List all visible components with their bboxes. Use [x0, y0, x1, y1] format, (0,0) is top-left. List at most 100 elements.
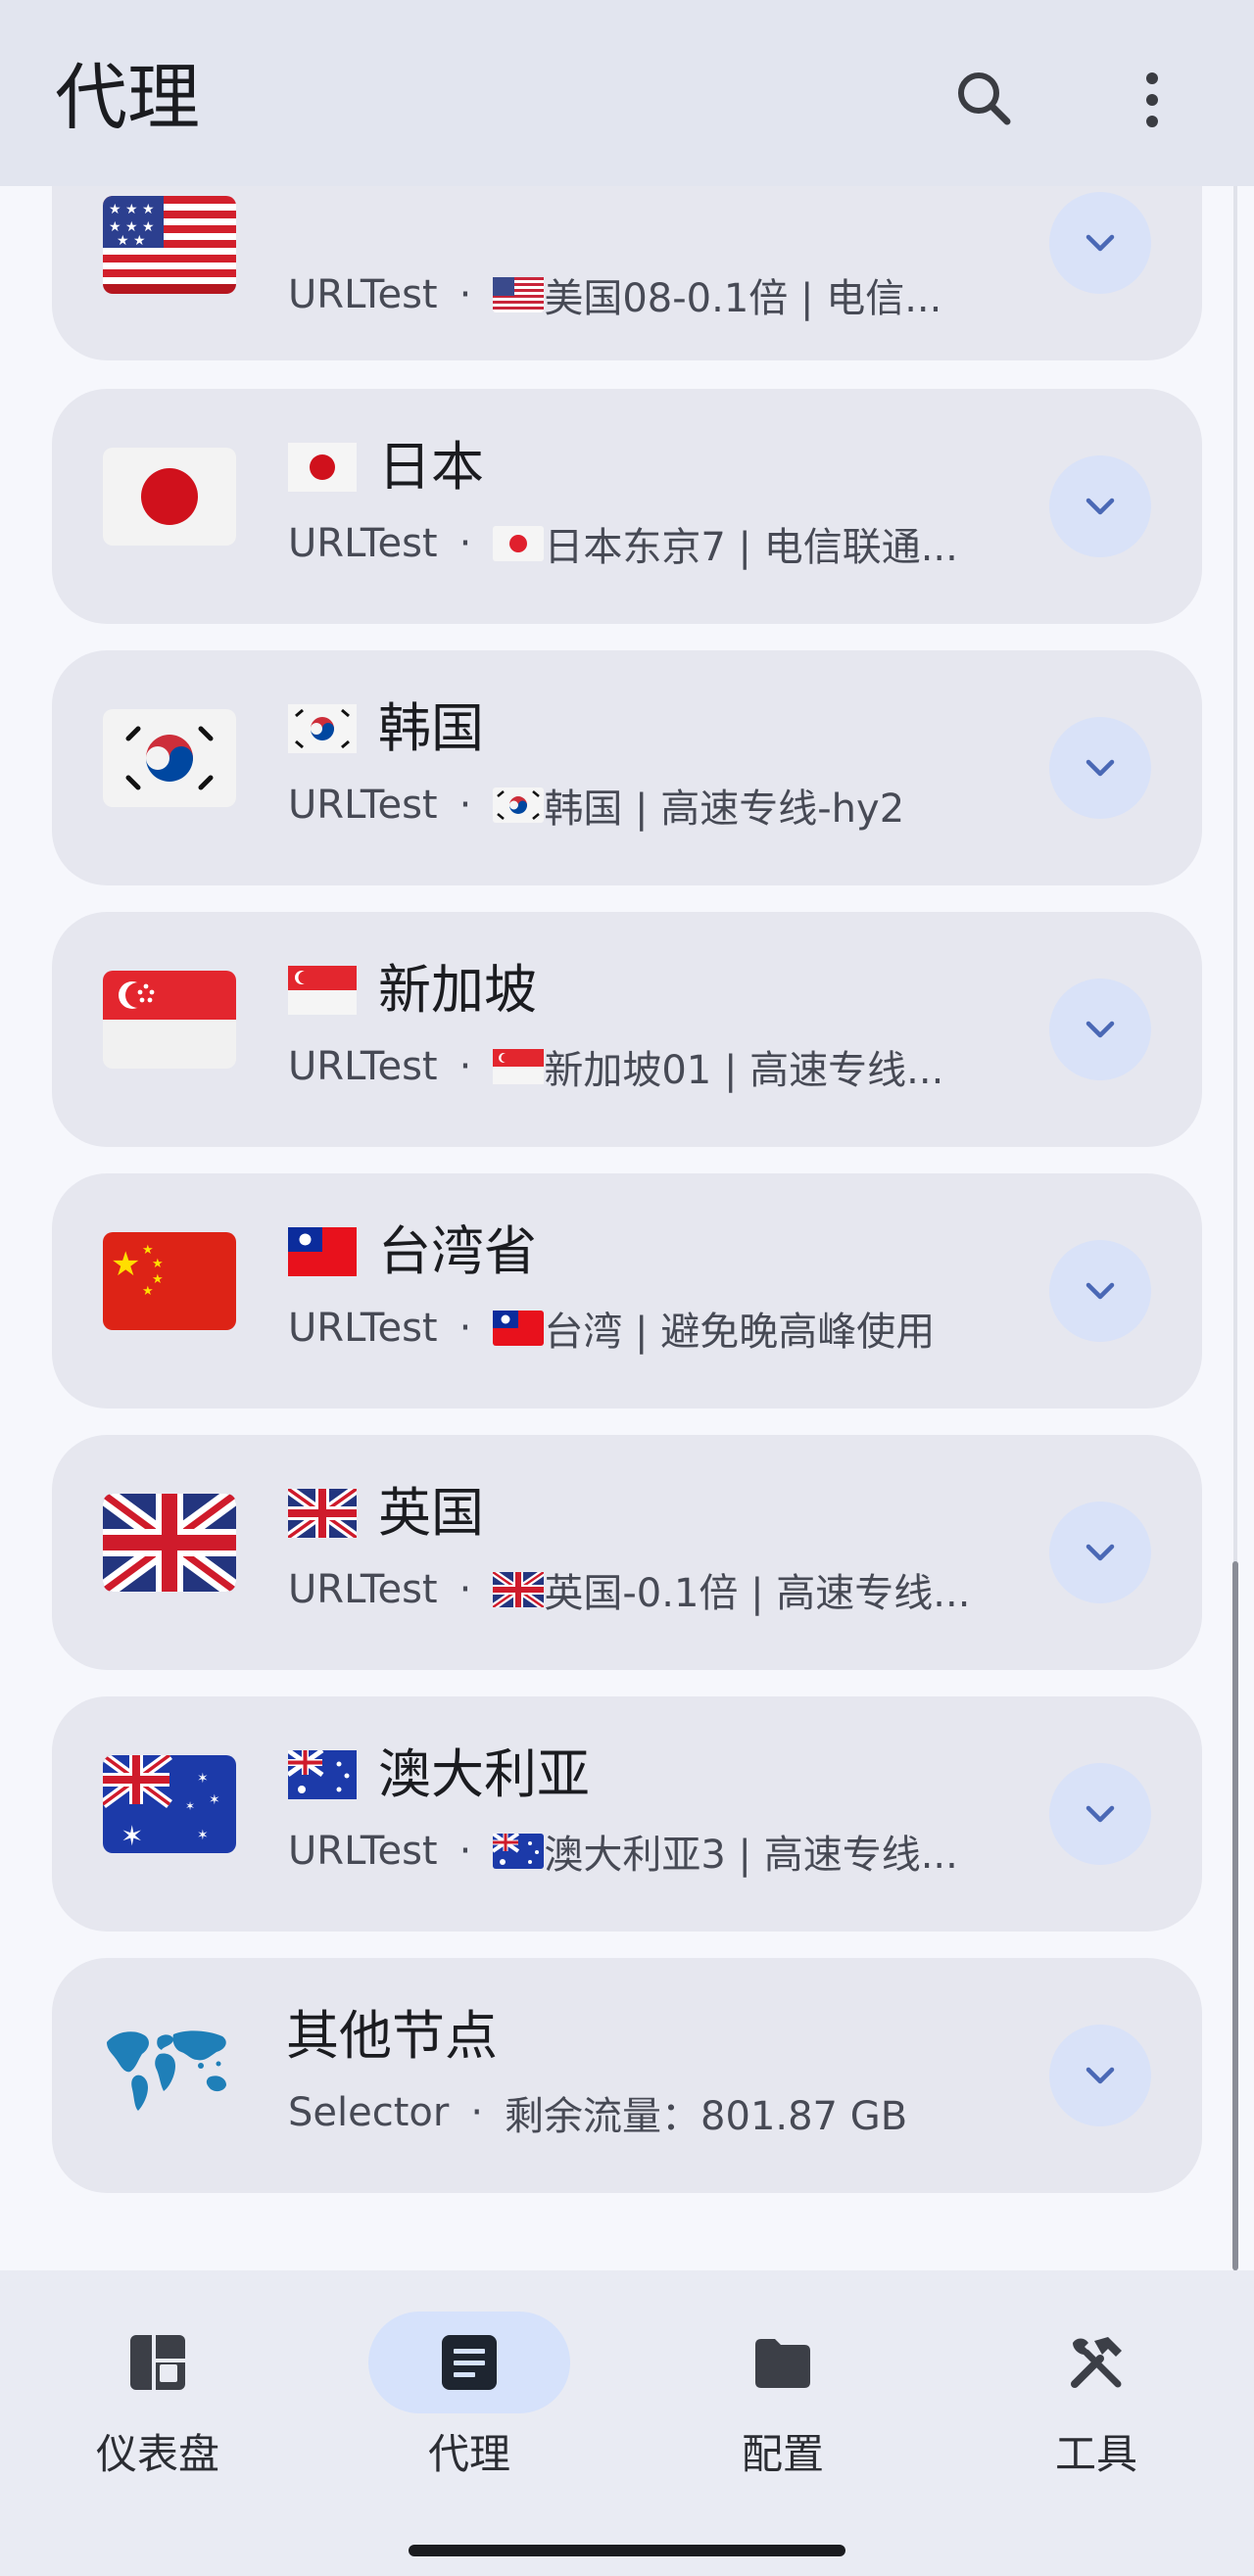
proxy-group-card-sg[interactable]: 新加坡 URLTest · 新加坡01 | 高速专线... — [52, 912, 1202, 1147]
separator: · — [458, 521, 472, 566]
separator: · — [458, 1567, 472, 1612]
top-app-bar: 代理 — [0, 0, 1254, 186]
proxy-group-type: URLTest — [288, 521, 438, 566]
au-flag-icon: ✶ ✶ ✶ ✶ ✶ — [103, 1755, 236, 1853]
proxy-group-title: 英国 — [378, 1482, 484, 1544]
us-tiny-flag-icon — [493, 277, 545, 312]
nav-label: 代理 — [427, 2430, 510, 2478]
proxy-group-title: 日本 — [378, 436, 484, 498]
svg-text:★: ★ — [152, 1272, 164, 1287]
jp-tiny-flag-icon — [493, 526, 545, 561]
separator: · — [458, 1044, 472, 1089]
proxy-group-type: URLTest — [288, 783, 438, 828]
proxy-group-title: 其他节点 — [286, 2005, 498, 2067]
proxy-group-card-au[interactable]: ✶ ✶ ✶ ✶ ✶ 澳大利亚 URLTest · 澳大利亚3 | 高速专线... — [52, 1696, 1202, 1932]
cn-flag-icon: ★ ★ ★ ★ ★ — [103, 1232, 236, 1330]
separator: · — [458, 1829, 472, 1874]
gesture-bar[interactable] — [409, 2545, 845, 2556]
scrollbar-thumb[interactable] — [1232, 1561, 1238, 2270]
svg-text:✶: ✶ — [197, 1828, 209, 1843]
proxy-group-list[interactable]: ★ ★ ★★ ★ ★★ ★ 美国 URLTest · 美国08-0.1倍 | 电… — [0, 0, 1254, 2270]
svg-text:✶: ✶ — [121, 1820, 143, 1852]
gb-tiny-flag-icon — [493, 1572, 545, 1607]
separator: · — [470, 2090, 484, 2135]
gb-flag-icon — [103, 1494, 236, 1592]
proxy-group-title: 澳大利亚 — [378, 1743, 590, 1805]
jp-small-flag-icon — [288, 443, 357, 492]
tools-icon — [1071, 2337, 1122, 2388]
proxy-group-title: 韩国 — [378, 697, 484, 759]
chevron-down-icon — [1085, 498, 1115, 515]
svg-text:★: ★ — [142, 1284, 154, 1299]
nav-label: 工具 — [1054, 2430, 1137, 2478]
jp-flag-icon — [103, 448, 236, 546]
selected-node: 韩国 | 高速专线-hy2 — [544, 787, 905, 832]
proxy-group-card-gb[interactable]: 英国 URLTest · 英国-0.1倍 | 高速专线... — [52, 1435, 1202, 1670]
proxy-group-card-jp[interactable]: 日本 URLTest · 日本东京7 | 电信联通... — [52, 389, 1202, 624]
svg-text:★: ★ — [142, 1243, 154, 1258]
expand-button[interactable] — [1049, 1763, 1151, 1865]
expand-button[interactable] — [1049, 2025, 1151, 2126]
separator: · — [458, 1306, 472, 1351]
sg-small-flag-icon — [288, 966, 357, 1015]
proxy-group-type: URLTest — [288, 272, 438, 317]
expand-button[interactable] — [1049, 1240, 1151, 1342]
search-icon — [958, 72, 1011, 125]
svg-text:★ ★: ★ ★ — [117, 233, 146, 249]
selected-node: 新加坡01 | 高速专线... — [544, 1048, 944, 1093]
chevron-down-icon — [1085, 1544, 1115, 1561]
expand-button[interactable] — [1049, 717, 1151, 819]
proxy-group-card-kr[interactable]: 韩国 URLTest · 韩国 | 高速专线-hy2 — [52, 650, 1202, 885]
selected-node: 日本东京7 | 电信联通... — [544, 525, 958, 570]
kr-flag-icon — [103, 709, 236, 807]
proxy-group-title: 新加坡 — [378, 959, 537, 1021]
expand-button[interactable] — [1049, 1502, 1151, 1603]
chevron-down-icon — [1085, 2067, 1115, 2084]
page-title: 代理 — [55, 56, 200, 140]
more-options-button[interactable] — [1113, 61, 1191, 139]
globe-map-icon — [103, 2017, 236, 2115]
chevron-down-icon — [1085, 1282, 1115, 1300]
chevron-down-icon — [1085, 1805, 1115, 1823]
dashboard-icon — [130, 2335, 185, 2390]
nav-label: 配置 — [741, 2430, 824, 2478]
sg-flag-icon — [103, 971, 236, 1069]
chevron-down-icon — [1085, 1021, 1115, 1038]
proxy-group-card-other[interactable]: 其他节点 Selector · 剩余流量：801.87 GB — [52, 1958, 1202, 2193]
article-icon — [442, 2335, 497, 2390]
expand-button[interactable] — [1049, 455, 1151, 557]
more-vert-icon — [1146, 72, 1158, 127]
nav-label: 仪表盘 — [95, 2430, 219, 2478]
sg-tiny-flag-icon — [493, 1049, 545, 1084]
selected-node: 澳大利亚3 | 高速专线... — [544, 1833, 958, 1878]
selected-node: 台湾 | 避免晚高峰使用 — [544, 1310, 936, 1355]
svg-text:✶: ✶ — [197, 1771, 209, 1787]
us-flag-icon: ★ ★ ★ ★ ★ ★ ★ ★ — [103, 196, 236, 294]
folder-icon — [755, 2339, 810, 2388]
svg-text:★: ★ — [111, 1245, 140, 1284]
svg-text:✶: ✶ — [185, 1799, 195, 1813]
svg-text:★: ★ — [152, 1257, 164, 1271]
proxy-group-type: Selector — [288, 2090, 450, 2135]
au-small-flag-icon — [288, 1750, 357, 1799]
bottom-navigation: 仪表盘 代理 配置 工具 — [0, 2270, 1254, 2576]
tw-tiny-flag-icon — [493, 1311, 545, 1346]
selected-node: 美国08-0.1倍 | 电信... — [544, 276, 942, 321]
nav-tools[interactable]: 工具 — [993, 2312, 1199, 2498]
nav-dashboard[interactable]: 仪表盘 — [55, 2312, 261, 2498]
selected-node: 英国-0.1倍 | 高速专线... — [544, 1571, 971, 1616]
expand-button[interactable] — [1049, 192, 1151, 294]
nav-proxy[interactable]: 代理 — [366, 2312, 572, 2498]
proxy-group-type: URLTest — [288, 1829, 438, 1874]
search-button[interactable] — [946, 61, 1025, 139]
chevron-down-icon — [1085, 234, 1115, 252]
proxy-group-type: URLTest — [288, 1306, 438, 1351]
kr-tiny-flag-icon — [493, 787, 545, 823]
gb-small-flag-icon — [288, 1489, 357, 1538]
expand-button[interactable] — [1049, 978, 1151, 1080]
svg-text:✶: ✶ — [209, 1792, 220, 1808]
svg-text:★ ★ ★: ★ ★ ★ — [109, 202, 155, 217]
tw-small-flag-icon — [288, 1227, 357, 1276]
proxy-group-card-tw[interactable]: ★ ★ ★ ★ ★ 台湾省 URLTest · 台湾 | 避免晚高峰使用 — [52, 1173, 1202, 1408]
nav-profiles[interactable]: 配置 — [680, 2312, 886, 2498]
